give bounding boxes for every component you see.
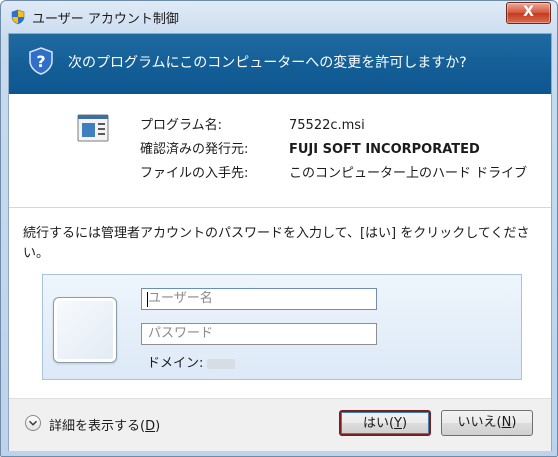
program-info-labels: プログラム名: 確認済みの発行元: ファイルの入手先: [140, 114, 248, 186]
banner-question-text: 次のプログラムにこのコンピューターへの変更を許可しますか? [68, 55, 467, 71]
no-button[interactable]: いいえ(N) [441, 410, 533, 436]
question-banner: ? 次のプログラムにこのコンピューターへの変更を許可しますか? [9, 34, 551, 94]
show-details-link[interactable]: 詳細を表示する(D) [49, 415, 160, 434]
divider [9, 207, 551, 208]
username-input[interactable]: ユーザー名 [141, 288, 377, 310]
domain-value-redacted [207, 358, 236, 369]
program-info-values: 75522c.msi FUJI SOFT INCORPORATED このコンピュ… [289, 114, 527, 186]
publisher-label: 確認済みの発行元: [140, 142, 249, 157]
svg-text:?: ? [36, 52, 45, 71]
username-placeholder: ユーザー名 [148, 291, 213, 306]
program-icon [77, 114, 109, 142]
credential-panel: ユーザー名 パスワード ドメイン: [42, 274, 522, 380]
domain-row: ドメイン: [147, 352, 236, 371]
uac-dialog-window: ユーザー アカウント制御 X ? 次のプログラムにこのコンピューターへの変更を許… [0, 0, 558, 457]
dialog-footer: 詳細を表示する(D) はい(Y) いいえ(N) [9, 398, 551, 451]
domain-label: ドメイン: [147, 356, 204, 371]
password-input[interactable]: パスワード [141, 323, 377, 345]
uac-shield-icon [11, 9, 25, 25]
program-name-label: プログラム名: [140, 118, 222, 133]
publisher-value: FUJI SOFT INCORPORATED [289, 142, 480, 157]
title-bar: ユーザー アカウント制御 X [1, 1, 557, 33]
dialog-content: ? 次のプログラムにこのコンピューターへの変更を許可しますか? プログラム名: … [8, 33, 552, 451]
origin-value: このコンピューター上のハード ドライブ [289, 166, 528, 181]
text-caret [147, 292, 148, 307]
user-avatar [53, 297, 117, 363]
window-title: ユーザー アカウント制御 [32, 12, 179, 27]
program-name-value: 75522c.msi [289, 118, 365, 133]
close-button[interactable]: X [506, 2, 551, 24]
instruction-text: 続行するには管理者アカウントのパスワードを入力して、[はい] をクリックしてくだ… [23, 226, 530, 261]
origin-label: ファイルの入手先: [140, 166, 249, 181]
question-icon: ? [29, 47, 53, 75]
password-placeholder: パスワード [148, 326, 214, 341]
yes-button[interactable]: はい(Y) [339, 410, 431, 436]
chevron-down-icon[interactable] [25, 415, 41, 431]
